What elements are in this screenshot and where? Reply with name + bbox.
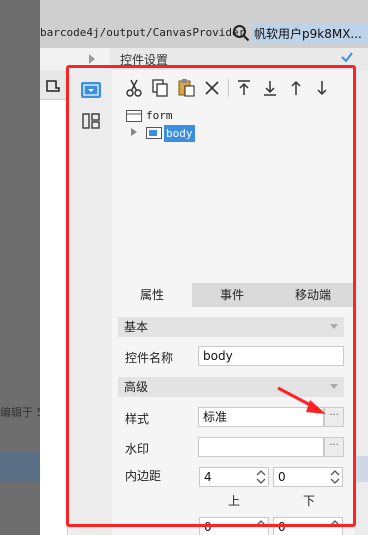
background-highlight-bar	[0, 452, 40, 482]
check-icon[interactable]	[340, 50, 354, 64]
chevron-right-icon[interactable]	[88, 54, 96, 64]
user-name[interactable]: 帆软用户p9k8MX...	[252, 24, 368, 44]
right-highlight-bar	[354, 456, 368, 482]
canvas-area	[40, 100, 68, 535]
annotation-arrow-icon	[277, 386, 326, 414]
annotation-highlight-box	[66, 65, 356, 527]
layout-icon[interactable]	[46, 80, 60, 92]
search-icon[interactable]	[232, 24, 250, 42]
file-path-text: barcode4j/output/CanvasProvider	[40, 26, 246, 39]
background-partial-text: 编辑于 5	[0, 406, 44, 419]
